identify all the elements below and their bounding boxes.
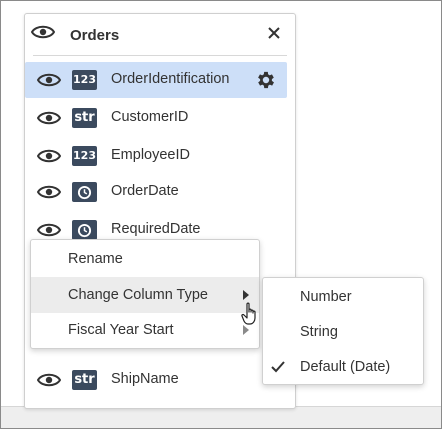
submenu-item-number[interactable]: Number (263, 279, 423, 315)
number-type-icon: 123 (72, 70, 97, 90)
panel-header: Orders (25, 14, 295, 56)
eye-icon[interactable] (36, 148, 62, 169)
header-divider (33, 55, 287, 56)
clock-icon (72, 220, 97, 240)
column-label: OrderDate (111, 183, 179, 199)
column-row-customerid[interactable]: str CustomerID (25, 100, 287, 136)
eye-icon[interactable] (30, 24, 56, 45)
close-icon[interactable] (267, 26, 281, 40)
menu-item-fiscal-year-start[interactable]: Fiscal Year Start (31, 312, 259, 348)
column-context-menu: Rename Change Column Type Fiscal Year St… (30, 239, 260, 349)
menu-item-label: Rename (68, 251, 123, 267)
column-row-shipname[interactable]: str ShipName (25, 362, 287, 398)
clock-icon (72, 182, 97, 202)
column-label: ShipName (111, 371, 179, 387)
column-row-orderdate[interactable]: OrderDate (25, 174, 287, 210)
panel-title: Orders (70, 27, 120, 44)
eye-icon[interactable] (36, 110, 62, 131)
checkmark-icon (271, 360, 285, 378)
column-type-submenu: Number String Default (Date) (262, 277, 424, 385)
submenu-item-string[interactable]: String (263, 314, 423, 350)
column-label: RequiredDate (111, 221, 201, 237)
gear-icon[interactable] (255, 69, 277, 96)
column-row-orderidentification[interactable]: 123 OrderIdentification (25, 62, 287, 98)
column-label: CustomerID (111, 109, 189, 125)
string-type-icon: str (72, 108, 97, 128)
hand-pointer-cursor-icon (241, 302, 261, 331)
submenu-item-label: Default (Date) (300, 359, 391, 375)
menu-item-label: Change Column Type (68, 287, 208, 303)
submenu-item-default-date[interactable]: Default (Date) (263, 349, 423, 385)
column-label: EmployeeID (111, 147, 190, 163)
menu-item-rename[interactable]: Rename (31, 241, 259, 277)
column-row-employeeid[interactable]: 123 EmployeeID (25, 138, 287, 174)
eye-icon[interactable] (36, 184, 62, 205)
eye-icon[interactable] (36, 372, 62, 393)
menu-item-label: Fiscal Year Start (68, 322, 174, 338)
submenu-arrow-icon (243, 290, 249, 300)
number-type-icon: 123 (72, 146, 97, 166)
string-type-icon: str (72, 370, 97, 390)
menu-item-change-column-type[interactable]: Change Column Type (31, 277, 259, 313)
submenu-item-label: Number (300, 289, 352, 305)
column-label: OrderIdentification (111, 71, 230, 87)
field-list-panel: Orders 123 OrderIdentification str Custo… (24, 13, 296, 409)
eye-icon[interactable] (36, 72, 62, 93)
bottom-strip (1, 406, 441, 428)
submenu-item-label: String (300, 324, 338, 340)
